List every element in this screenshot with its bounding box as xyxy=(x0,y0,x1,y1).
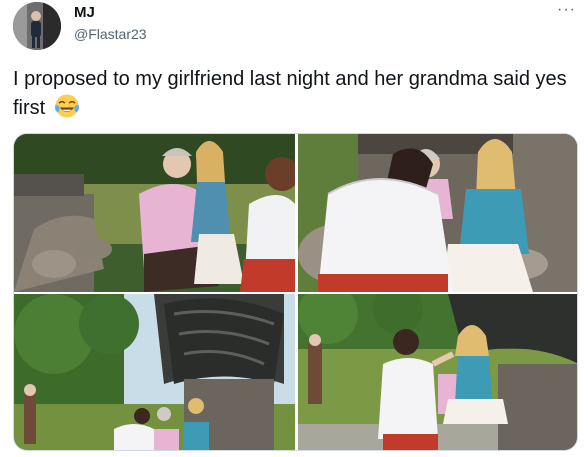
avatar[interactable] xyxy=(13,2,61,50)
photo-grandma-says-yes[interactable] xyxy=(14,134,295,292)
tweet-body: I proposed to my girlfriend last night a… xyxy=(13,68,567,119)
user-handle[interactable]: @Flastar23 xyxy=(74,26,147,43)
tweet-text: I proposed to my girlfriend last night a… xyxy=(13,65,573,122)
more-options-icon[interactable]: ··· xyxy=(557,2,576,18)
face-with-tears-of-joy-icon xyxy=(54,94,79,118)
photo-hugging-grandma[interactable] xyxy=(298,134,577,292)
photo-girlfriend-reaction[interactable] xyxy=(298,294,577,450)
media-grid xyxy=(13,133,578,451)
author-block: MJ @Flastar23 xyxy=(74,4,147,43)
avatar-image xyxy=(13,2,61,50)
display-name[interactable]: MJ xyxy=(74,4,147,22)
photo-kneeling-wide[interactable] xyxy=(14,294,295,450)
